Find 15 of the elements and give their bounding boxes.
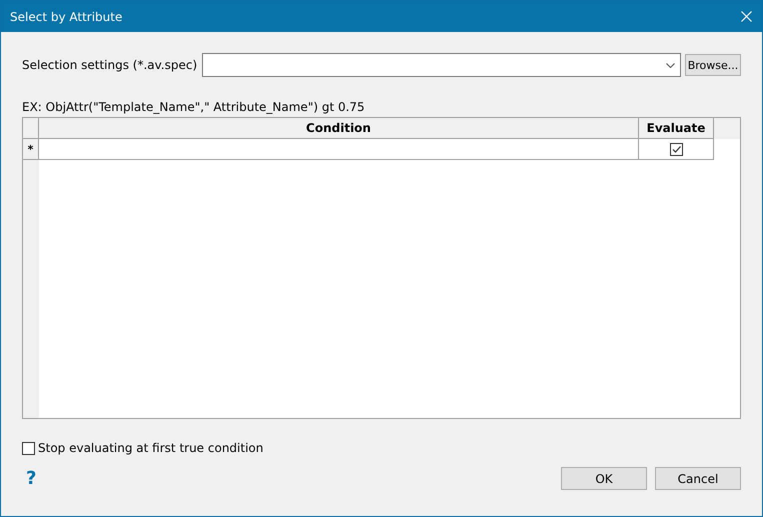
selection-settings-label: Selection settings (*.av.spec): [22, 58, 198, 72]
cancel-button[interactable]: Cancel: [655, 467, 741, 490]
close-icon[interactable]: [741, 11, 752, 22]
chevron-down-icon: [666, 62, 675, 68]
column-header[interactable]: Evaluate: [639, 118, 714, 139]
checkbox[interactable]: [670, 142, 682, 156]
row-marker: *: [23, 139, 39, 160]
help-icon[interactable]: ?: [26, 468, 36, 489]
browse-button[interactable]: Browse...: [685, 54, 741, 76]
ok-button[interactable]: OK: [561, 467, 647, 490]
example-text: EX: ObjAttr("Template_Name"," Attribute_Name") gt 0.75: [22, 99, 366, 115]
checkbox[interactable]: [22, 442, 35, 454]
stop-evaluating-label: Stop evaluating at first true condition: [38, 441, 264, 455]
column-header[interactable]: Condition: [39, 118, 639, 139]
window-title: Select by Attribute: [10, 10, 122, 24]
